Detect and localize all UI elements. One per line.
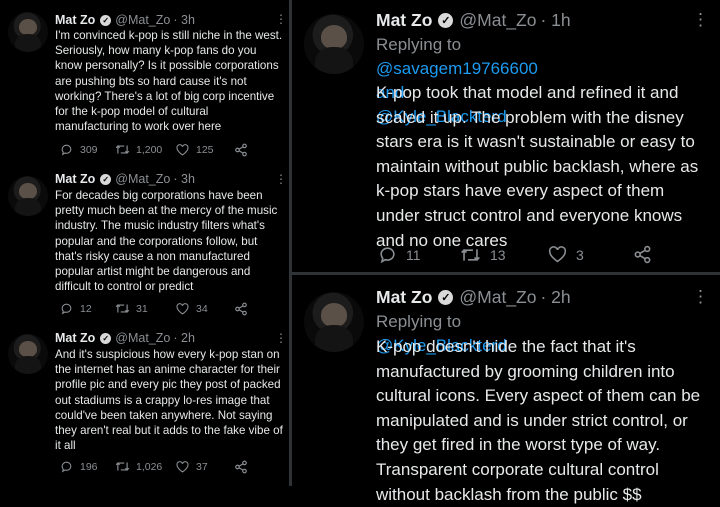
tweet-actions: 11 13 3 xyxy=(378,245,651,264)
reply-button[interactable]: 12 xyxy=(60,302,92,315)
share-button[interactable] xyxy=(633,245,652,264)
avatar[interactable] xyxy=(304,292,364,352)
author-name[interactable]: Mat Zo xyxy=(55,13,95,27)
tweet-header: Mat Zo ✓ @Mat_Zo · 2h xyxy=(376,287,571,308)
retweet-count: 1,200 xyxy=(136,143,163,156)
reply-icon xyxy=(61,303,72,315)
reply-count: 196 xyxy=(80,460,98,473)
tweet-header: Mat Zo ✓ @Mat_Zo · 2h xyxy=(55,331,195,345)
like-button[interactable]: 37 xyxy=(176,461,208,473)
share-icon xyxy=(235,460,247,473)
like-count: 125 xyxy=(196,143,214,156)
author-name[interactable]: Mat Zo xyxy=(376,10,432,31)
avatar[interactable] xyxy=(8,334,48,374)
share-button[interactable] xyxy=(234,143,248,157)
tweet-text: K-pop took that model and refined it and… xyxy=(376,83,699,250)
tweet-text: I'm convinced k-pop is still niche in th… xyxy=(55,29,283,134)
reply-count: 309 xyxy=(80,143,98,156)
retweet-icon xyxy=(115,304,130,313)
author-name[interactable]: Mat Zo xyxy=(55,172,95,186)
timestamp[interactable]: · 3h xyxy=(173,13,195,27)
tweet-actions: 309 1,200 125 xyxy=(60,143,247,156)
verified-badge-icon: ✓ xyxy=(438,290,454,305)
retweet-icon xyxy=(115,145,130,154)
like-icon xyxy=(176,302,189,315)
tweet-header: Mat Zo ✓ @Mat_Zo · 1h xyxy=(376,10,571,31)
tweet-header: Mat Zo ✓ @Mat_Zo · 3h xyxy=(55,172,195,186)
tweet-text: And it's suspicious how every k-pop stan… xyxy=(55,348,283,453)
like-count: 37 xyxy=(196,460,208,473)
tweet-text: For decades big corporations have been p… xyxy=(55,189,278,294)
share-button[interactable] xyxy=(234,302,248,316)
verified-badge-icon: ✓ xyxy=(100,173,112,185)
retweet-button[interactable]: 13 xyxy=(460,246,506,264)
reply-button[interactable]: 309 xyxy=(60,143,98,156)
avatar[interactable] xyxy=(8,176,48,216)
share-icon xyxy=(235,302,247,315)
reply-count: 12 xyxy=(80,302,92,315)
like-icon xyxy=(176,460,189,473)
retweet-count: 13 xyxy=(490,246,506,263)
reply-icon xyxy=(61,144,72,156)
author-handle[interactable]: @Mat_Zo xyxy=(459,10,536,31)
author-handle[interactable]: @Mat_Zo xyxy=(115,172,170,186)
more-icon[interactable]: ⋮ xyxy=(275,331,287,345)
share-icon xyxy=(235,143,247,156)
verified-badge-icon: ✓ xyxy=(100,14,112,26)
retweet-count: 1,026 xyxy=(136,460,163,473)
like-count: 34 xyxy=(196,302,208,315)
like-icon xyxy=(548,246,567,263)
reply-button[interactable]: 196 xyxy=(60,460,98,473)
reply-count: 11 xyxy=(406,246,421,263)
timestamp[interactable]: · 2h xyxy=(173,331,195,345)
timestamp[interactable]: · 2h xyxy=(540,287,570,308)
author-name[interactable]: Mat Zo xyxy=(55,331,95,345)
verified-badge-icon: ✓ xyxy=(100,332,112,344)
tweet-actions: 196 1,026 37 xyxy=(60,460,247,473)
author-handle[interactable]: @Mat_Zo xyxy=(459,287,536,308)
more-icon[interactable]: ⋮ xyxy=(275,172,287,186)
retweet-icon xyxy=(115,462,130,471)
like-button[interactable]: 34 xyxy=(176,303,208,315)
retweet-count: 31 xyxy=(136,302,148,315)
reply-button[interactable]: 11 xyxy=(378,245,421,264)
tweet-divider xyxy=(292,272,720,275)
avatar[interactable] xyxy=(8,12,48,52)
retweet-button[interactable]: 31 xyxy=(115,302,148,315)
tweet-header: Mat Zo ✓ @Mat_Zo · 3h xyxy=(55,13,195,27)
author-name[interactable]: Mat Zo xyxy=(376,287,432,308)
reply-icon xyxy=(61,461,72,473)
avatar[interactable] xyxy=(304,14,364,74)
like-button[interactable]: 125 xyxy=(176,144,214,156)
author-handle[interactable]: @Mat_Zo xyxy=(115,331,170,345)
more-icon[interactable]: ⋮ xyxy=(692,10,709,30)
verified-badge-icon: ✓ xyxy=(438,13,454,28)
more-icon[interactable]: ⋮ xyxy=(692,287,709,307)
reply-icon xyxy=(380,247,395,264)
tweet-text: K-pop doesn't hide the fact that it's ma… xyxy=(376,337,701,504)
share-icon xyxy=(634,245,651,264)
share-button[interactable] xyxy=(234,460,248,474)
like-button[interactable]: 3 xyxy=(548,246,584,263)
column-divider xyxy=(289,0,292,486)
retweet-icon xyxy=(461,248,480,261)
like-count: 3 xyxy=(576,246,584,263)
author-handle[interactable]: @Mat_Zo xyxy=(115,13,170,27)
tweet-actions: 12 31 34 xyxy=(60,302,247,315)
retweet-button[interactable]: 1,200 xyxy=(115,143,162,156)
retweet-button[interactable]: 1,026 xyxy=(115,460,162,473)
more-icon[interactable]: ⋮ xyxy=(275,12,287,26)
timestamp[interactable]: · 1h xyxy=(540,10,570,31)
timestamp[interactable]: · 3h xyxy=(173,172,195,186)
replying-label: Replying to xyxy=(376,35,462,54)
like-icon xyxy=(176,143,189,156)
replying-label: Replying to xyxy=(376,312,462,331)
